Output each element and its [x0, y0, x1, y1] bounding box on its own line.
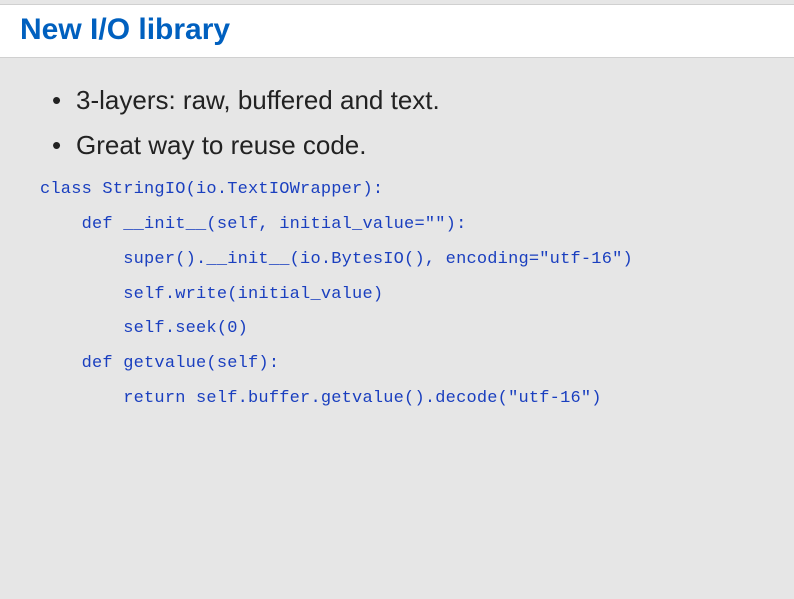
list-item: Great way to reuse code.: [52, 129, 754, 162]
list-item: 3-layers: raw, buffered and text.: [52, 84, 754, 117]
bullet-list: 3-layers: raw, buffered and text. Great …: [52, 84, 754, 161]
title-bar: New I/O library: [0, 4, 794, 58]
slide-content: 3-layers: raw, buffered and text. Great …: [0, 58, 794, 417]
slide-title: New I/O library: [20, 13, 774, 47]
code-block: class StringIO(io.TextIOWrapper): def __…: [40, 173, 754, 417]
